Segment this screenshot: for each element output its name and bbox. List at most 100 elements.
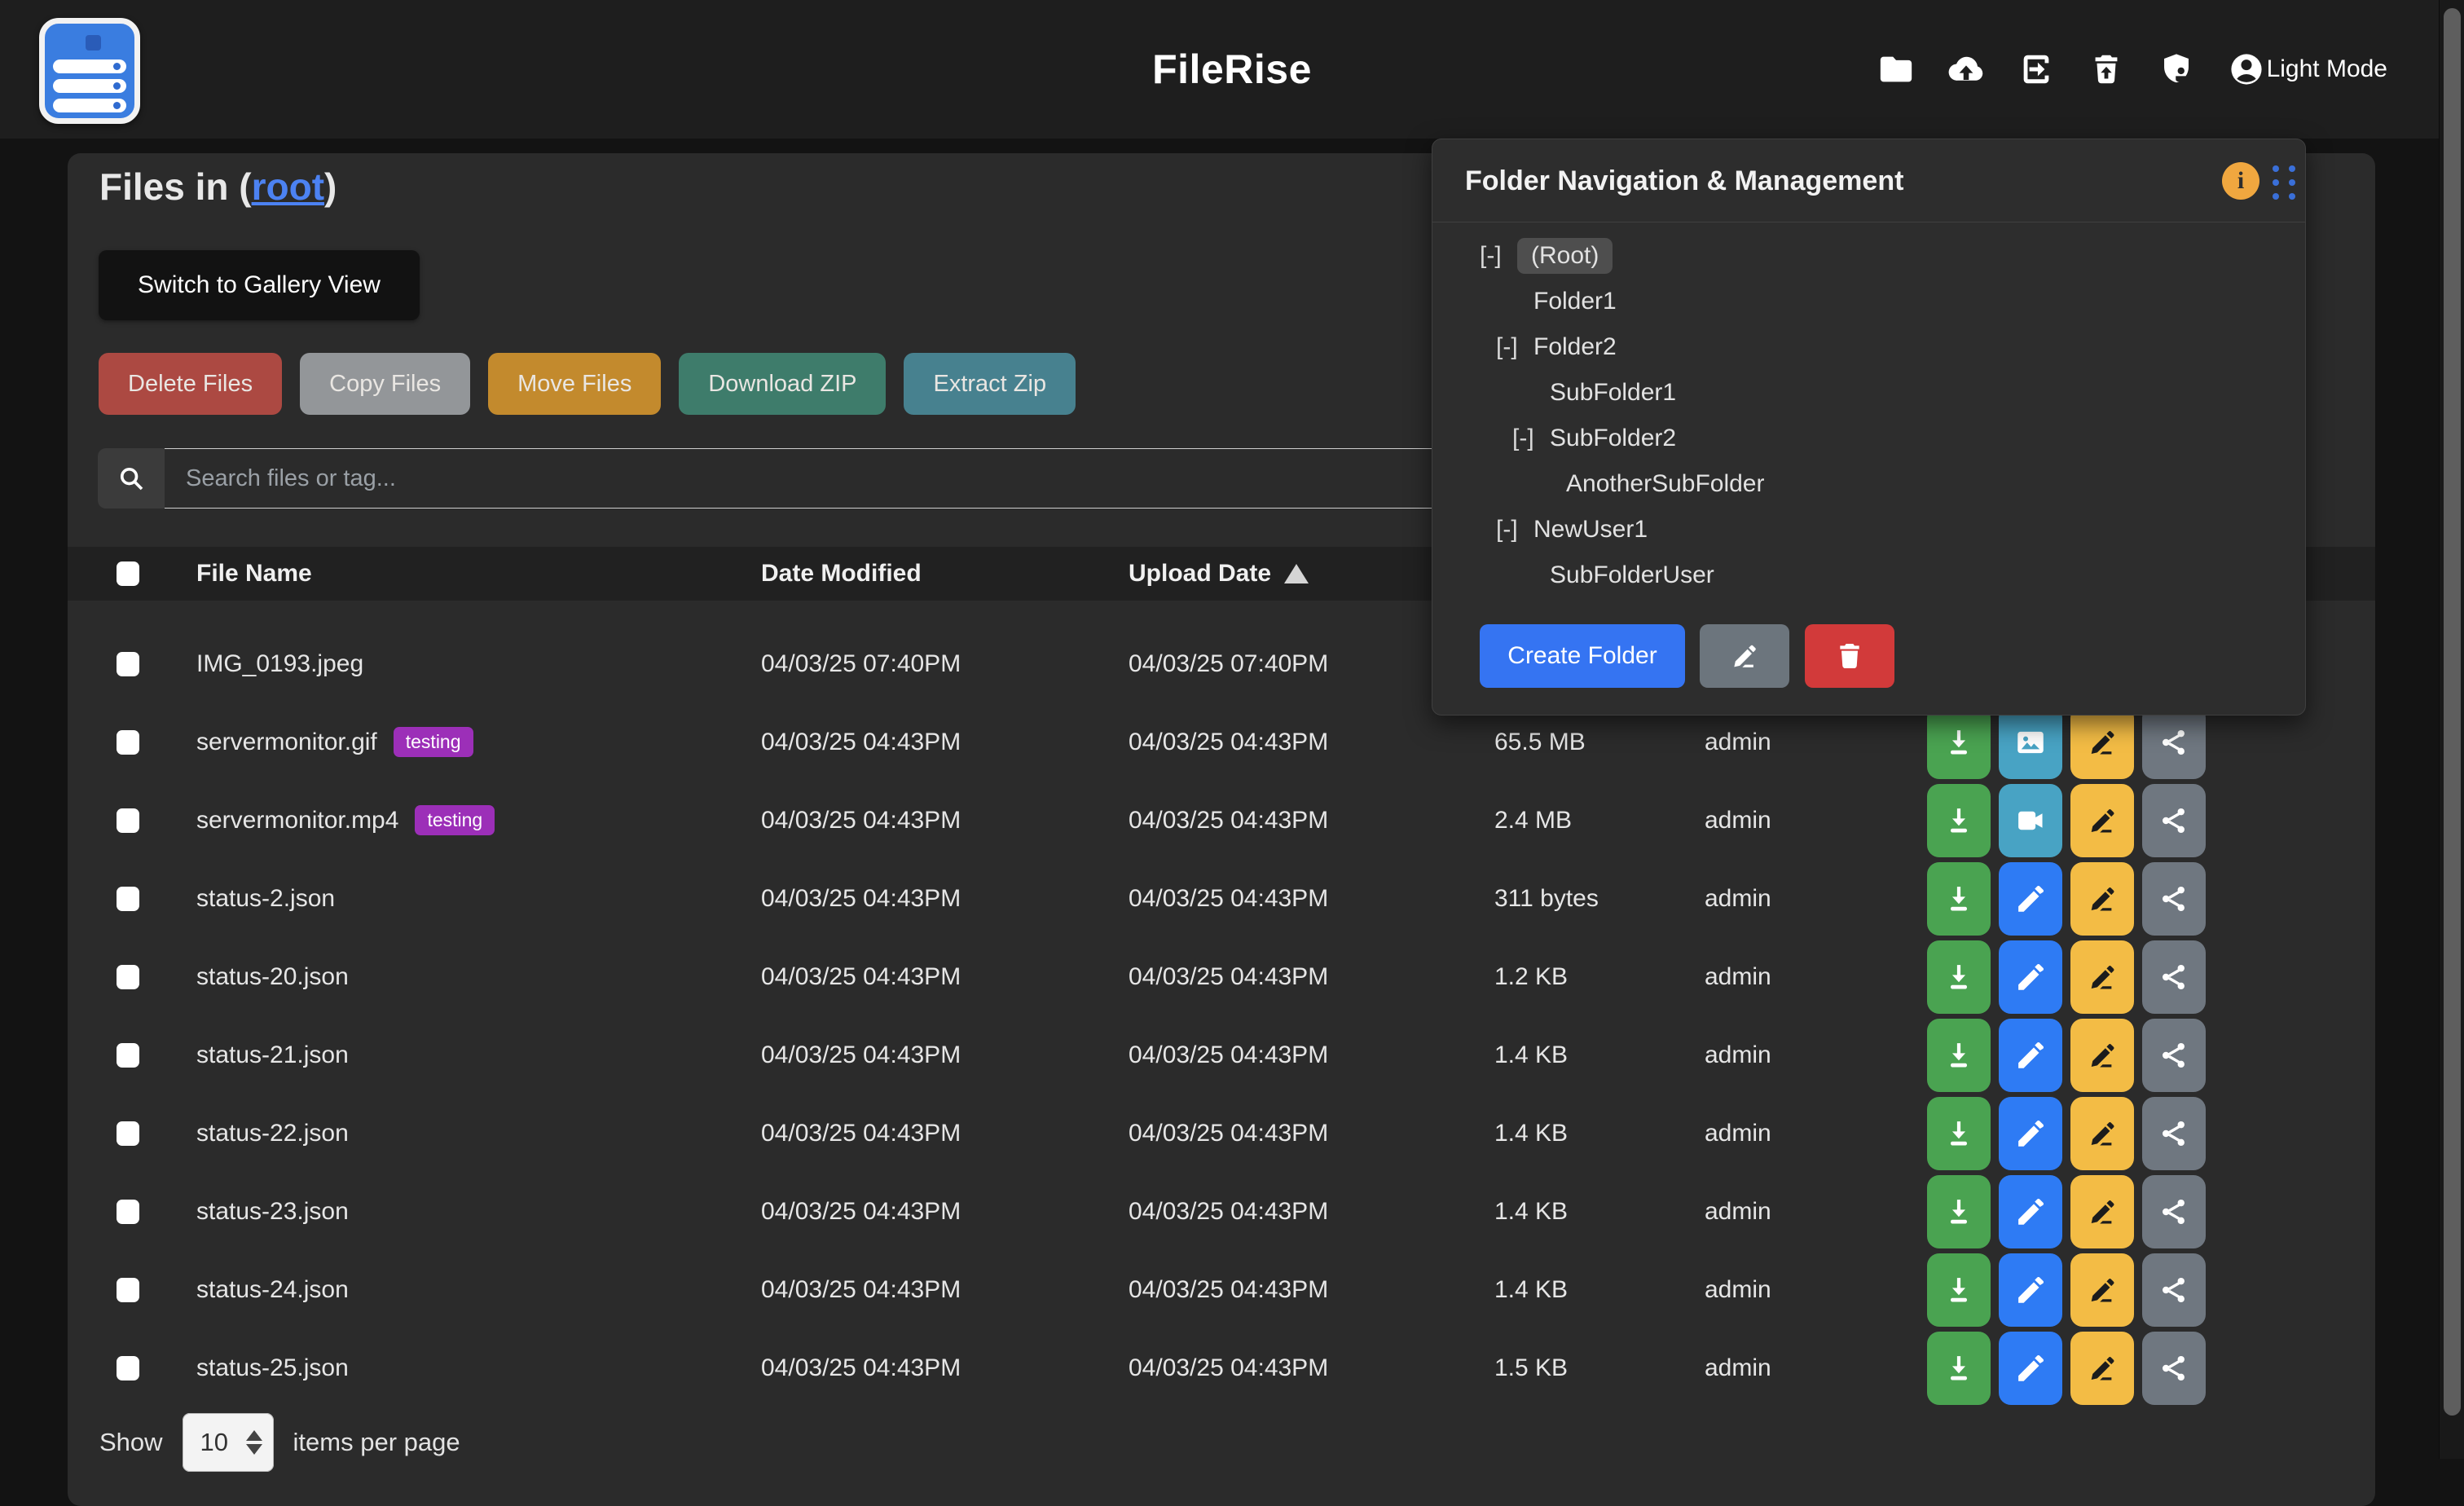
file-name[interactable]: status-22.json — [196, 1094, 349, 1173]
row-checkbox[interactable] — [117, 652, 139, 676]
rename-folder-button[interactable] — [1700, 624, 1789, 688]
rename-file-button[interactable] — [2070, 706, 2134, 779]
video-file-button[interactable] — [1999, 784, 2062, 857]
drag-handle-icon[interactable] — [2273, 165, 2295, 200]
file-name[interactable]: servermonitor.giftesting — [196, 703, 473, 782]
admin-shield-icon[interactable] — [2158, 51, 2195, 88]
edit-file-button[interactable] — [1999, 1332, 2062, 1405]
row-checkbox[interactable] — [117, 730, 139, 755]
share-file-button[interactable] — [2142, 784, 2206, 857]
tree-collapse-toggle[interactable]: [-] — [1496, 516, 1533, 544]
edit-file-button[interactable] — [1999, 940, 2062, 1014]
tree-collapse-toggle[interactable]: [-] — [1496, 333, 1533, 361]
column-file-name[interactable]: File Name — [196, 547, 312, 601]
root-folder-link[interactable]: root — [252, 165, 324, 208]
copy-files-button[interactable]: Copy Files — [300, 353, 470, 415]
light-mode-toggle[interactable]: Light Mode — [2267, 0, 2387, 139]
file-name[interactable]: IMG_0193.jpeg — [196, 625, 363, 703]
folder-label[interactable]: Folder2 — [1533, 333, 1617, 361]
download-file-button[interactable] — [1927, 706, 1991, 779]
row-checkbox[interactable] — [117, 1278, 139, 1302]
rename-file-button[interactable] — [2070, 1019, 2134, 1092]
row-checkbox[interactable] — [117, 965, 139, 989]
folder-tree-item[interactable]: Folder1 — [1432, 279, 2305, 324]
folder-tree-item[interactable]: SubFolder1 — [1432, 370, 2305, 416]
folder-tree-item[interactable]: [-](Root) — [1432, 233, 2305, 279]
folder-tree-item[interactable]: [-]SubFolder2 — [1432, 416, 2305, 461]
info-icon[interactable]: i — [2222, 162, 2259, 200]
rename-file-button[interactable] — [2070, 1332, 2134, 1405]
edit-file-button[interactable] — [1999, 1019, 2062, 1092]
folder-tree-item[interactable]: [-]Folder2 — [1432, 324, 2305, 370]
items-per-page-select[interactable]: 10 — [183, 1413, 274, 1472]
move-files-button[interactable]: Move Files — [488, 353, 661, 415]
download-file-button[interactable] — [1927, 1332, 1991, 1405]
download-file-button[interactable] — [1927, 1097, 1991, 1170]
file-name[interactable]: status-20.json — [196, 938, 349, 1016]
rename-file-button[interactable] — [2070, 1175, 2134, 1248]
row-checkbox[interactable] — [117, 1200, 139, 1224]
tree-collapse-toggle[interactable]: [-] — [1512, 425, 1550, 452]
extract-zip-button[interactable]: Extract Zip — [904, 353, 1076, 415]
restore-trash-icon[interactable] — [2088, 51, 2125, 88]
download-zip-button[interactable]: Download ZIP — [679, 353, 886, 415]
folder-label[interactable]: AnotherSubFolder — [1566, 470, 1765, 498]
edit-file-button[interactable] — [1999, 1097, 2062, 1170]
file-name[interactable]: status-24.json — [196, 1251, 349, 1329]
cloud-upload-icon[interactable] — [1947, 51, 1985, 88]
search-input[interactable] — [165, 448, 1494, 509]
delete-files-button[interactable]: Delete Files — [99, 353, 282, 415]
file-name[interactable]: status-25.json — [196, 1329, 349, 1407]
edit-file-button[interactable] — [1999, 1253, 2062, 1327]
folder-icon[interactable] — [1877, 51, 1915, 88]
image-file-button[interactable] — [1999, 706, 2062, 779]
share-file-button[interactable] — [2142, 862, 2206, 936]
share-file-button[interactable] — [2142, 706, 2206, 779]
download-file-button[interactable] — [1927, 1253, 1991, 1327]
folder-tree-item[interactable]: AnotherSubFolder — [1432, 461, 2305, 507]
folder-label[interactable]: Folder1 — [1533, 288, 1617, 315]
download-file-button[interactable] — [1927, 1019, 1991, 1092]
delete-folder-button[interactable] — [1805, 624, 1894, 688]
edit-file-button[interactable] — [1999, 1175, 2062, 1248]
tree-collapse-toggle[interactable]: [-] — [1480, 242, 1517, 270]
share-file-button[interactable] — [2142, 1097, 2206, 1170]
file-name[interactable]: status-21.json — [196, 1016, 349, 1094]
folder-label[interactable]: (Root) — [1517, 238, 1613, 274]
rename-file-button[interactable] — [2070, 940, 2134, 1014]
select-all-checkbox[interactable] — [117, 561, 139, 586]
file-name[interactable]: status-2.json — [196, 860, 335, 938]
scrollbar-thumb[interactable] — [2444, 8, 2461, 1416]
share-file-button[interactable] — [2142, 1332, 2206, 1405]
file-name[interactable]: status-23.json — [196, 1173, 349, 1251]
create-folder-button[interactable]: Create Folder — [1480, 624, 1685, 688]
row-checkbox[interactable] — [117, 1356, 139, 1380]
share-file-button[interactable] — [2142, 940, 2206, 1014]
switch-gallery-view-button[interactable]: Switch to Gallery View — [99, 250, 420, 320]
rename-file-button[interactable] — [2070, 1097, 2134, 1170]
download-file-button[interactable] — [1927, 862, 1991, 936]
share-file-button[interactable] — [2142, 1175, 2206, 1248]
edit-file-button[interactable] — [1999, 862, 2062, 936]
rename-file-button[interactable] — [2070, 784, 2134, 857]
row-checkbox[interactable] — [117, 808, 139, 833]
download-file-button[interactable] — [1927, 784, 1991, 857]
column-upload-date[interactable]: Upload Date — [1129, 547, 1309, 601]
share-file-button[interactable] — [2142, 1019, 2206, 1092]
file-name[interactable]: servermonitor.mp4testing — [196, 782, 495, 860]
row-checkbox[interactable] — [117, 887, 139, 911]
download-file-button[interactable] — [1927, 1175, 1991, 1248]
logout-icon[interactable] — [2017, 51, 2055, 88]
folder-label[interactable]: SubFolder1 — [1550, 379, 1676, 407]
row-checkbox[interactable] — [117, 1121, 139, 1146]
share-file-button[interactable] — [2142, 1253, 2206, 1327]
folder-label[interactable]: NewUser1 — [1533, 516, 1648, 544]
rename-file-button[interactable] — [2070, 862, 2134, 936]
scrollbar-track[interactable] — [2439, 0, 2464, 1459]
folder-tree-item[interactable]: SubFolderUser — [1432, 553, 2305, 598]
folder-label[interactable]: SubFolderUser — [1550, 561, 1714, 589]
folder-tree-item[interactable]: [-]NewUser1 — [1432, 507, 2305, 553]
rename-file-button[interactable] — [2070, 1253, 2134, 1327]
column-date-modified[interactable]: Date Modified — [761, 547, 922, 601]
folder-label[interactable]: SubFolder2 — [1550, 425, 1676, 452]
